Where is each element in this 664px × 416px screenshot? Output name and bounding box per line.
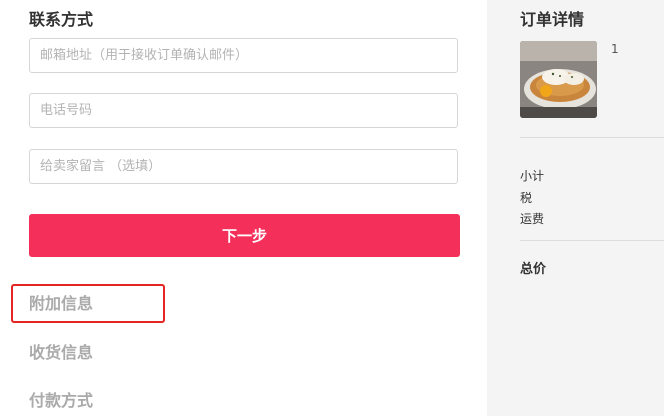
highlight-annotation-box <box>11 284 165 323</box>
food-photo-icon <box>520 41 597 118</box>
order-details-title: 订单详情 <box>520 10 585 29</box>
tax-label: 税 <box>520 191 533 205</box>
step-shipping-info[interactable]: 收货信息 <box>29 339 93 363</box>
item-quantity: 1 <box>611 42 619 56</box>
contact-section-title: 联系方式 <box>29 10 94 29</box>
summary-divider-bottom <box>520 240 664 241</box>
email-field-wrapper <box>29 38 458 73</box>
phone-field[interactable] <box>30 94 457 127</box>
step-payment-method[interactable]: 付款方式 <box>29 387 93 411</box>
order-summary-sidebar: 订单详情 1 小计 税 运费 总价 <box>487 0 664 416</box>
checkout-main: 联系方式 下一步 附加信息 收货信息 付款方式 <box>0 0 487 416</box>
email-field[interactable] <box>30 39 457 72</box>
product-thumbnail <box>520 41 597 118</box>
total-price-label: 总价 <box>520 262 547 277</box>
next-step-button[interactable]: 下一步 <box>29 214 460 257</box>
seller-note-field[interactable] <box>30 150 457 183</box>
summary-divider-top <box>520 137 664 138</box>
note-field-wrapper <box>29 149 458 184</box>
subtotal-label: 小计 <box>520 169 545 183</box>
shipping-fee-label: 运费 <box>520 212 545 226</box>
phone-field-wrapper <box>29 93 458 128</box>
